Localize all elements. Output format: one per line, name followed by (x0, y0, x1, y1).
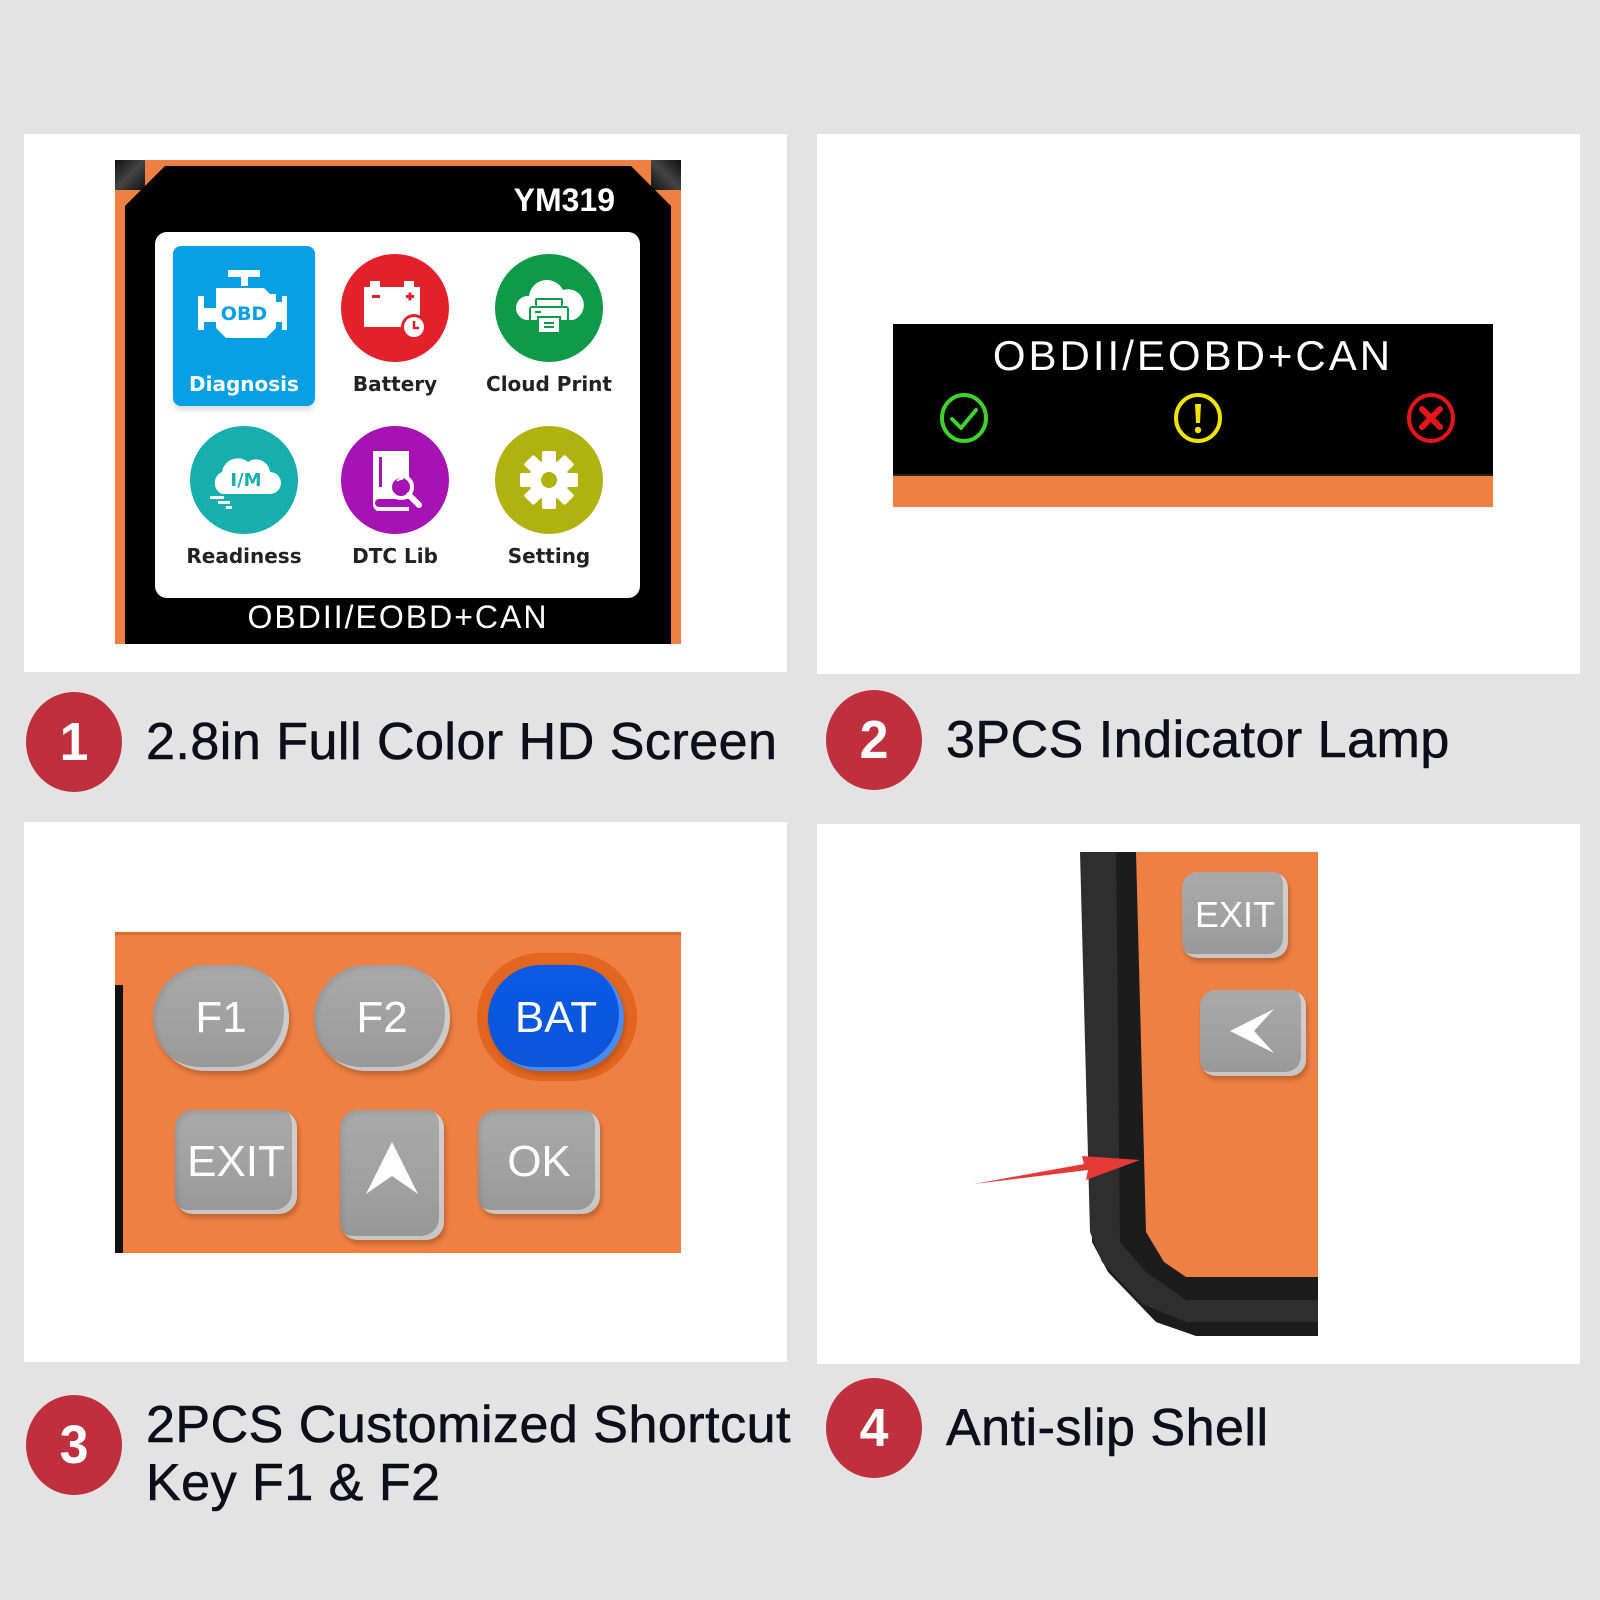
chevron-up-icon (364, 1138, 420, 1213)
app-tile-cloud-print[interactable]: Cloud Print (479, 246, 619, 406)
app-label: DTC Lib (352, 544, 438, 568)
bat-key[interactable]: BAT (488, 965, 624, 1071)
feature-number-badge: 3 (26, 1395, 122, 1495)
protocol-label: OBDII/EOBD+CAN (992, 332, 1394, 379)
device-corner (115, 160, 145, 190)
feature-title: 2PCS Customized Shortcut Key F1 & F2 (146, 1396, 791, 1513)
feature-title-line: Key F1 & F2 (146, 1454, 441, 1513)
svg-text:I/M: I/M (230, 470, 261, 491)
shell-photo: EXIT (1076, 852, 1318, 1336)
chevron-left-icon (1228, 1007, 1278, 1060)
app-label: Diagnosis (189, 372, 299, 396)
app-label: Battery (352, 372, 438, 396)
feature-caption-4: 4 Anti-slip Shell (824, 1378, 1269, 1478)
app-label: Setting (507, 544, 591, 568)
app-label: Readiness (186, 544, 302, 568)
keypad-photo: F1 F2 BAT EXIT OK (115, 932, 681, 1253)
cloud-printer-icon (495, 254, 603, 362)
feature-number-badge: 1 (26, 692, 122, 792)
app-tile-readiness[interactable]: I/M Readiness (173, 418, 315, 578)
protocol-label: OBDII/EOBD+CAN (247, 599, 549, 635)
exit-key[interactable]: EXIT (1182, 872, 1288, 958)
feature-title: Anti-slip Shell (946, 1399, 1269, 1458)
feature-title-line: 2PCS Customized Shortcut (146, 1396, 791, 1455)
f2-key[interactable]: F2 (314, 965, 450, 1071)
feature-caption-1: 1 2.8in Full Color HD Screen (24, 692, 777, 792)
im-cloud-icon: I/M (190, 426, 298, 534)
battery-clock-icon (341, 254, 449, 362)
svg-text:OBD: OBD (221, 303, 267, 325)
app-tile-battery[interactable]: Battery (325, 246, 465, 406)
device-corner (651, 160, 681, 190)
ok-key[interactable]: OK (478, 1110, 600, 1214)
obd-engine-icon: OBD (190, 254, 298, 362)
feature-number-badge: 2 (826, 690, 922, 790)
check-circle-icon (938, 392, 990, 444)
device-edge (115, 985, 123, 1253)
gear-icon (495, 426, 603, 534)
x-circle-icon (1405, 392, 1457, 444)
lcd-display: OBD Diagnosis Battery Cloud Print I/M Re… (155, 232, 640, 598)
app-label: Cloud Print (486, 372, 612, 396)
exclamation-circle-icon (1172, 392, 1224, 444)
book-search-icon (341, 426, 449, 534)
exit-key[interactable]: EXIT (175, 1110, 297, 1214)
pointer-arrow-icon (974, 1156, 1140, 1184)
feature-title: 3PCS Indicator Lamp (946, 711, 1450, 770)
left-key[interactable] (1200, 990, 1306, 1076)
f1-key[interactable]: F1 (153, 965, 289, 1071)
model-label: YM319 (513, 182, 615, 218)
feature-number-badge: 4 (826, 1378, 922, 1478)
feature-title: 2.8in Full Color HD Screen (146, 713, 778, 772)
app-tile-diagnosis[interactable]: OBD Diagnosis (173, 246, 315, 406)
indicator-strip-photo: OBDII/EOBD+CAN (893, 324, 1493, 507)
device-screen-photo: YM319 OBD Diagnosis Battery Cloud Print … (115, 160, 681, 644)
up-key[interactable] (340, 1110, 444, 1240)
feature-caption-3: 3 2PCS Customized Shortcut Key F1 & F2 (24, 1378, 791, 1512)
app-tile-dtc-lib[interactable]: DTC Lib (325, 418, 465, 578)
feature-caption-2: 2 3PCS Indicator Lamp (824, 690, 1450, 790)
app-tile-setting[interactable]: Setting (479, 418, 619, 578)
